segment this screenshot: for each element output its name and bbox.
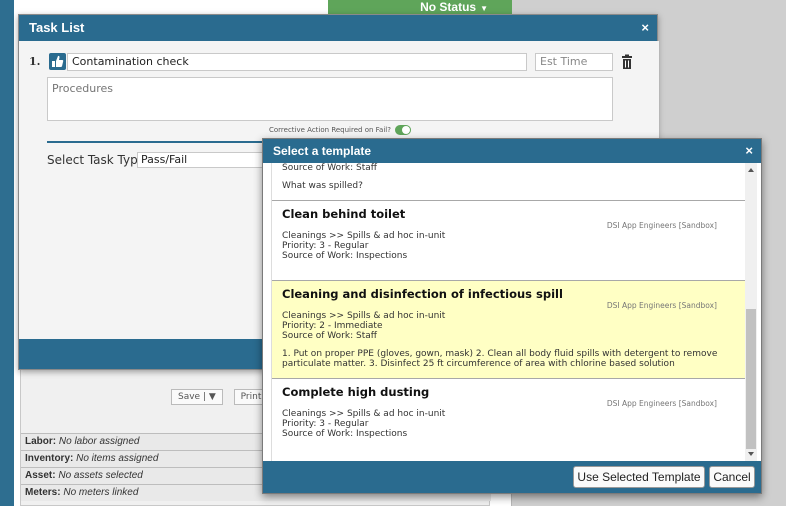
template-category: Cleanings >> Spills & ad hoc in-unit [282, 409, 446, 419]
template-list-scrollbar[interactable] [745, 163, 757, 461]
select-template-dialog: Select a template × Source of Work: Staf… [262, 138, 762, 494]
chevron-down-icon: ▼ [480, 4, 488, 13]
use-selected-template-button[interactable]: Use Selected Template [573, 466, 705, 488]
template-description: 1. Put on proper PPE (gloves, gown, mask… [282, 349, 718, 369]
template-source-of-work: Source of Work: Staff [282, 331, 377, 341]
background-buttons: Save | ▼ Print [171, 389, 276, 405]
trash-icon[interactable] [620, 54, 634, 70]
template-source-of-work: Source of Work: Staff [282, 163, 377, 173]
task-list-header: Task List × [19, 15, 657, 41]
template-list[interactable]: Source of Work: Staff What was spilled? … [271, 163, 747, 461]
template-priority: Priority: 3 - Regular [282, 241, 369, 251]
status-dropdown[interactable]: No Status ▼ [328, 0, 512, 14]
cancel-button[interactable]: Cancel [709, 466, 755, 488]
asset-value: No assets selected [58, 470, 143, 481]
task-list-title: Task List [29, 20, 85, 35]
procedures-field[interactable] [47, 77, 613, 121]
meters-label: Meters: [25, 487, 61, 498]
template-item-complete-high-dusting[interactable]: Complete high dusting DSI App Engineers … [272, 379, 747, 459]
background-save-button[interactable]: Save | ▼ [171, 389, 223, 405]
template-category: Cleanings >> Spills & ad hoc in-unit [282, 311, 446, 321]
template-dialog-header: Select a template × [263, 139, 761, 163]
task-number: 1. [29, 55, 41, 68]
template-item-clean-behind-toilet[interactable]: Clean behind toilet DSI App Engineers [S… [272, 201, 747, 281]
meters-value: No meters linked [63, 487, 139, 498]
template-dialog-footer: Use Selected Template Cancel [263, 461, 761, 493]
select-task-type-label: Select Task Type [47, 153, 146, 167]
template-priority: Priority: 2 - Immediate [282, 321, 383, 331]
status-label: No Status [420, 0, 477, 14]
asset-label: Asset: [25, 470, 56, 481]
template-source: DSI App Engineers [Sandbox] [606, 399, 717, 408]
template-dialog-title: Select a template [273, 144, 372, 158]
corrective-action-toggle-row: Corrective Action Required on Fail? [269, 125, 412, 135]
template-item-cleaning-disinfection[interactable]: Cleaning and disinfection of infectious … [272, 281, 747, 379]
corrective-action-toggle[interactable] [395, 125, 412, 135]
labor-value: No labor assigned [58, 436, 140, 447]
scrollbar-thumb[interactable] [746, 309, 756, 449]
save-dropdown-icon: ▼ [208, 392, 216, 402]
template-title: Clean behind toilet [282, 207, 406, 221]
section-divider [47, 141, 287, 143]
corrective-action-label: Corrective Action Required on Fail? [269, 126, 391, 134]
template-dialog-close-icon[interactable]: × [745, 139, 753, 163]
task-type-select[interactable]: Pass/Fail [137, 152, 277, 168]
template-title: Complete high dusting [282, 385, 430, 399]
task-name-input[interactable]: Contamination check [67, 53, 527, 71]
template-title: Cleaning and disinfection of infectious … [282, 287, 563, 301]
save-label: Save [178, 392, 201, 402]
template-question: What was spilled? [282, 181, 363, 191]
template-category: Cleanings >> Spills & ad hoc in-unit [282, 231, 446, 241]
labor-label: Labor: [25, 436, 57, 447]
template-priority: Priority: 3 - Regular [282, 419, 369, 429]
template-source-of-work: Source of Work: Inspections [282, 429, 408, 439]
thumbs-up-icon[interactable] [49, 53, 66, 70]
inventory-value: No items assigned [76, 453, 159, 464]
scroll-down-arrow-icon[interactable] [748, 452, 754, 456]
task-list-close-icon[interactable]: × [641, 15, 649, 41]
template-source: DSI App Engineers [Sandbox] [606, 221, 717, 230]
inventory-label: Inventory: [25, 453, 74, 464]
est-time-input[interactable]: Est Time [535, 53, 613, 71]
template-source-of-work: Source of Work: Inspections [282, 251, 408, 261]
scroll-up-arrow-icon[interactable] [748, 168, 754, 172]
template-source: DSI App Engineers [Sandbox] [606, 301, 717, 310]
background-sidebar [0, 0, 14, 506]
template-item-partial[interactable]: Source of Work: Staff What was spilled? [272, 163, 747, 201]
